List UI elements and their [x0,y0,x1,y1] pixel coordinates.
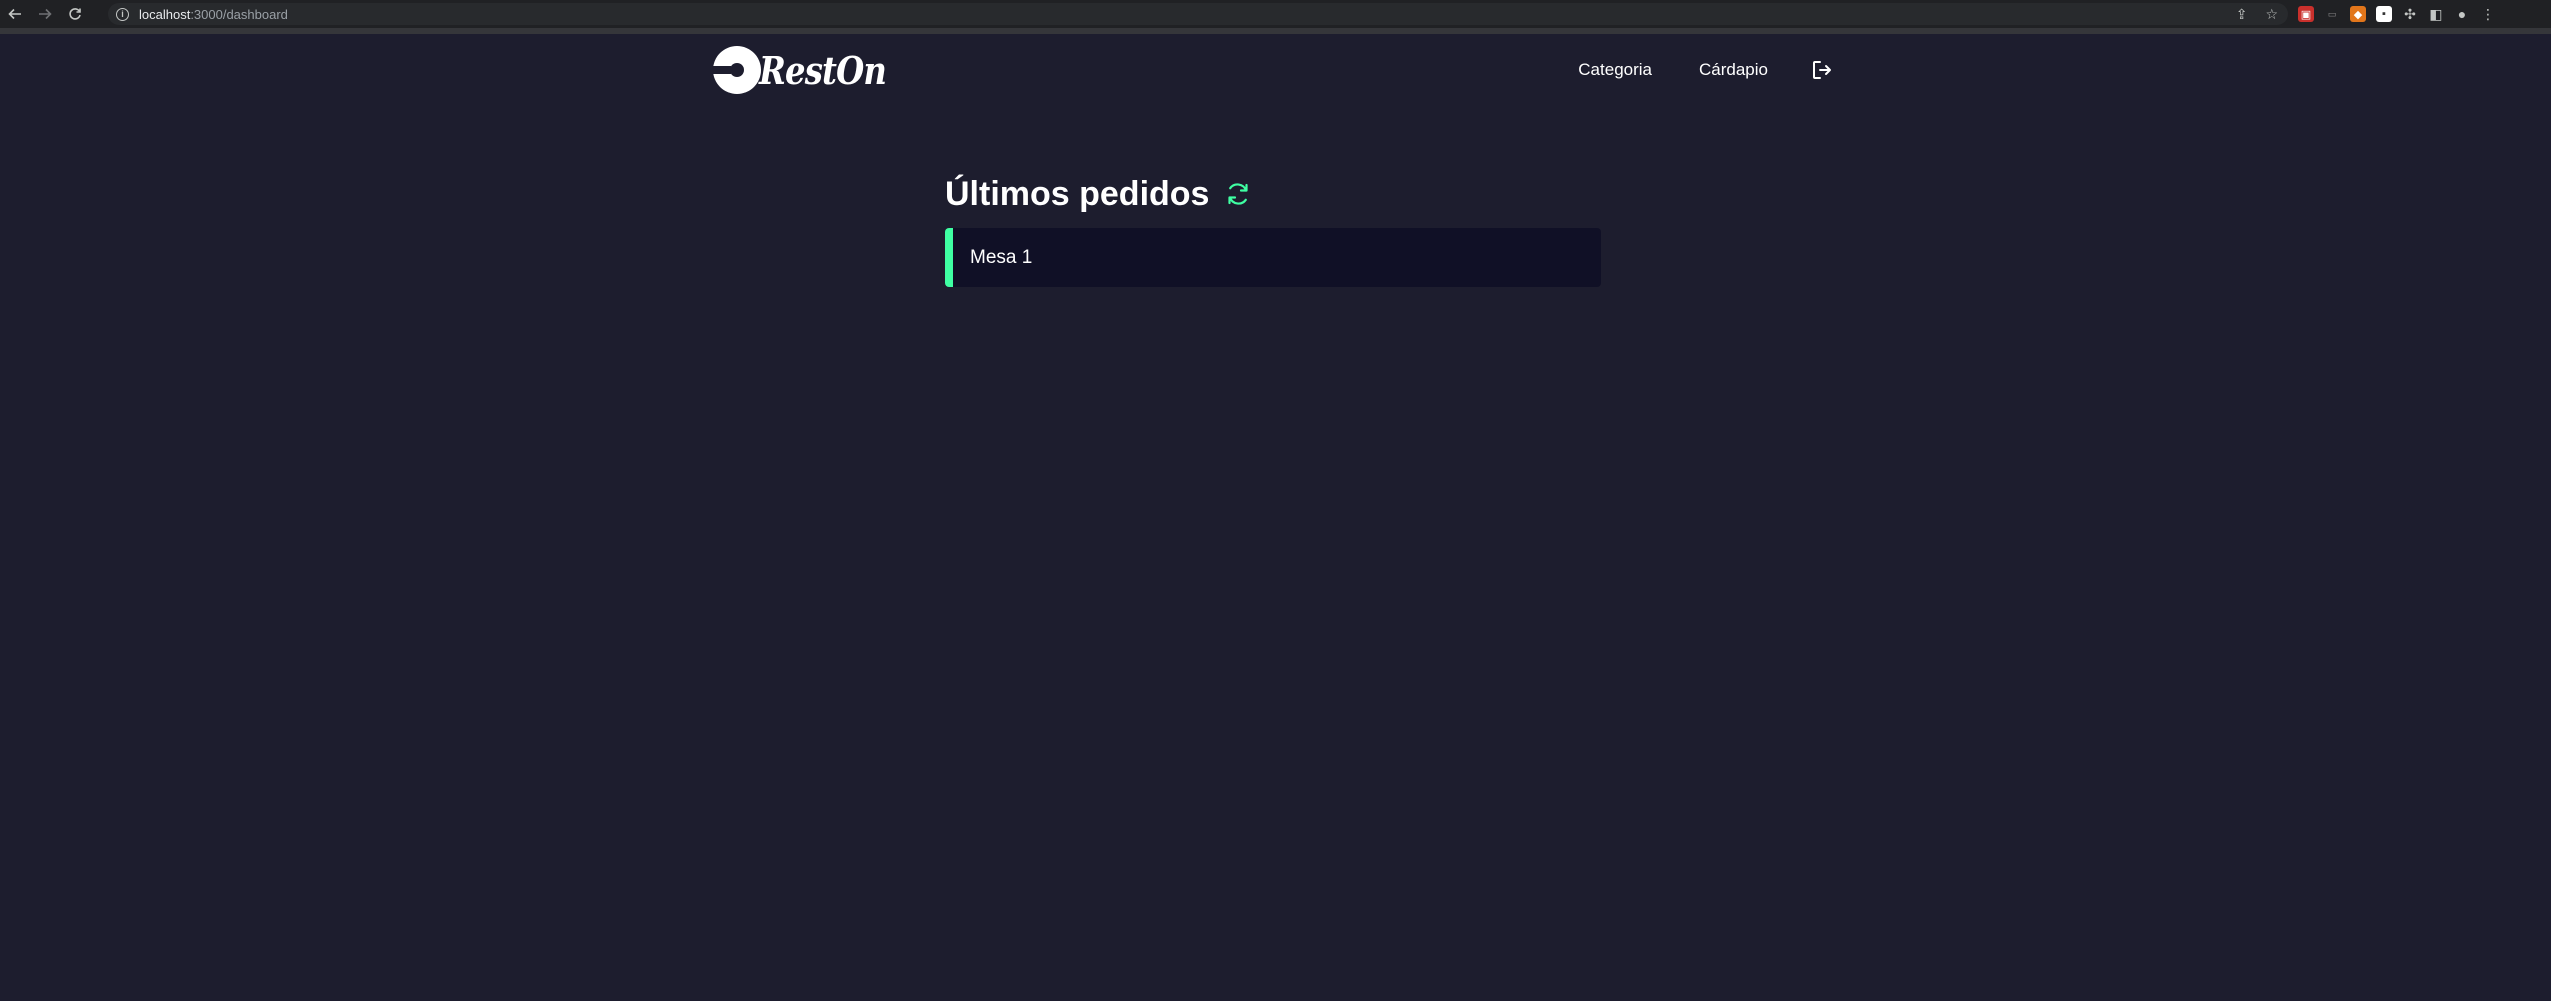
main-nav: Categoria Cárdapio [1578,57,1835,83]
order-list: Mesa 1 [945,228,1601,287]
order-item[interactable]: Mesa 1 [945,228,1601,287]
reload-icon[interactable] [62,1,88,27]
logo-mark-icon [711,46,761,94]
refresh-button[interactable] [1223,179,1253,209]
extension-gray-icon[interactable]: ▭ [2324,6,2340,22]
address-bar[interactable]: i localhost :3000/dashboard ⇪ ☆ [108,3,2288,25]
nav-link-cardapio[interactable]: Cárdapio [1699,60,1768,80]
profile-icon[interactable]: ● [2454,6,2470,22]
nav-link-categoria[interactable]: Categoria [1578,60,1652,80]
share-icon[interactable]: ⇪ [2236,6,2248,23]
extensions-area: ▣ ▭ ◆ ▪ ✣ ◧ ● ⋮ [2298,6,2496,22]
puzzle-icon[interactable]: ✣ [2402,6,2418,22]
url-host: localhost [139,6,191,22]
browser-nav-buttons [2,1,88,27]
order-label: Mesa 1 [970,246,1033,268]
order-status-tag [945,228,953,287]
side-panel-icon[interactable]: ◧ [2428,6,2444,22]
logout-icon [1813,61,1831,79]
kebab-menu-icon[interactable]: ⋮ [2480,6,2496,22]
toolbar-divider [0,28,2551,34]
logo-text: RestOn [759,47,887,93]
back-arrow-icon[interactable] [2,1,28,27]
page-title: Últimos pedidos [945,174,1210,213]
heading-row: Últimos pedidos [945,170,1601,218]
dashboard-main: Últimos pedidos Mesa 1 [945,170,1601,301]
logo[interactable]: RestOn [711,40,908,100]
app-header: RestOn Categoria Cárdapio [711,40,1835,100]
extension-white-icon[interactable]: ▪ [2376,6,2392,22]
omnibox-actions: ⇪ ☆ [2236,6,2278,23]
extension-red-icon[interactable]: ▣ [2298,6,2314,22]
bookmark-star-icon[interactable]: ☆ [2265,6,2278,23]
logout-button[interactable] [1809,57,1835,83]
metamask-fox-icon[interactable]: ◆ [2350,6,2366,22]
site-info-icon[interactable]: i [116,7,129,21]
url-path: :3000/dashboard [190,6,288,22]
refresh-icon [1228,183,1249,205]
forward-arrow-icon[interactable] [32,1,58,27]
browser-toolbar: i localhost :3000/dashboard ⇪ ☆ ▣ ▭ ◆ ▪ … [0,0,2551,28]
